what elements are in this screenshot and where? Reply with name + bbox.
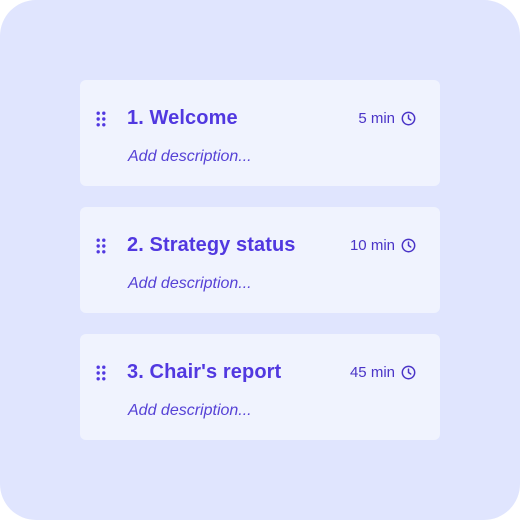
agenda-item[interactable]: 2. Strategy status 10 min Add descriptio…: [80, 207, 440, 313]
agenda-item-title[interactable]: 3. Chair's report: [127, 361, 281, 384]
duration-label: 45 min: [349, 363, 395, 381]
agenda-list: 1. Welcome 5 min Add description... 2. S…: [80, 80, 440, 461]
agenda-item-duration[interactable]: 45 min: [350, 362, 416, 382]
agenda-item[interactable]: 1. Welcome 5 min Add description...: [80, 80, 440, 186]
drag-handle-icon[interactable]: [96, 238, 106, 254]
drag-handle-icon[interactable]: [96, 111, 106, 127]
description-field[interactable]: Add description...: [128, 148, 252, 166]
agenda-item-duration[interactable]: 10 min: [350, 235, 416, 255]
agenda-item-title[interactable]: 2. Strategy status: [127, 234, 296, 257]
agenda-item[interactable]: 3. Chair's report 45 min Add description…: [80, 334, 440, 440]
drag-handle-icon[interactable]: [96, 365, 106, 381]
agenda-item-duration[interactable]: 5 min: [358, 108, 416, 128]
agenda-item-title[interactable]: 1. Welcome: [127, 107, 238, 130]
description-field[interactable]: Add description...: [128, 275, 252, 293]
duration-label: 10 min: [349, 236, 395, 254]
clock-icon: [401, 365, 416, 379]
description-field[interactable]: Add description...: [128, 402, 252, 420]
agenda-panel: 1. Welcome 5 min Add description... 2. S…: [0, 0, 520, 520]
clock-icon: [401, 238, 416, 252]
duration-label: 5 min: [358, 109, 395, 127]
clock-icon: [401, 111, 416, 125]
